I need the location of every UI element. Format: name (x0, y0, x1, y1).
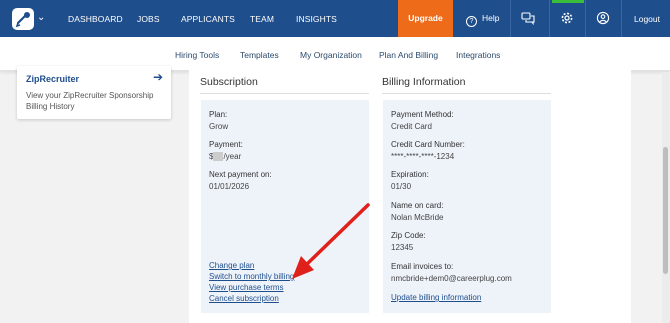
next-payment-value: 01/01/2026 (209, 182, 250, 191)
nav-divider (549, 0, 550, 37)
card-number-label: Credit Card Number: (391, 140, 465, 149)
name-label: Name on card: (391, 201, 444, 210)
email-value: nmcbride+dem0@careerplug.com (391, 274, 512, 283)
nav-jobs[interactable]: JOBS (137, 14, 160, 24)
scrollbar-thumb[interactable] (663, 147, 668, 274)
tab-integrations[interactable]: Integrations (456, 50, 500, 60)
section-divider (200, 93, 369, 94)
redacted-amount (213, 152, 224, 161)
update-billing-link[interactable]: Update billing information (391, 293, 481, 302)
billing-heading: Billing Information (382, 76, 466, 88)
nav-team[interactable]: TEAM (250, 14, 274, 24)
help-label: Help (482, 13, 500, 23)
payment-value: $/year (209, 152, 241, 161)
zip-label: Zip Code: (391, 231, 426, 240)
method-label: Payment Method: (391, 110, 454, 119)
subscription-box: Plan: Grow Payment: $/year Next payment … (201, 100, 369, 313)
nav-divider (621, 0, 622, 37)
active-indicator (552, 0, 584, 3)
change-plan-link[interactable]: Change plan (209, 261, 254, 270)
gear-icon[interactable] (560, 11, 574, 25)
user-icon[interactable] (596, 11, 610, 25)
expiration-label: Expiration: (391, 170, 429, 179)
chevron-down-icon[interactable]: ⌄ (37, 12, 45, 23)
chat-icon[interactable] (521, 11, 535, 25)
ziprecruiter-card[interactable]: ZipRecruiter ➔ View your ZipRecruiter Sp… (17, 66, 171, 119)
top-navigation-bar: ⌄ DASHBOARD JOBS APPLICANTS TEAM INSIGHT… (0, 0, 670, 37)
payment-label: Payment: (209, 140, 243, 149)
card-title: ZipRecruiter (26, 74, 80, 84)
question-icon: ? (466, 16, 477, 27)
nav-dashboard[interactable]: DASHBOARD (68, 14, 123, 24)
nav-insights[interactable]: INSIGHTS (296, 14, 337, 24)
zip-value: 12345 (391, 243, 414, 252)
logo-icon[interactable] (12, 8, 34, 30)
purchase-terms-link[interactable]: View purchase terms (209, 283, 284, 292)
card-description: View your ZipRecruiter Sponsorship Billi… (26, 91, 154, 111)
nav-divider (510, 0, 511, 37)
tab-hiring-tools[interactable]: Hiring Tools (175, 50, 219, 60)
card-number-value: ****-****-****-1234 (391, 152, 455, 161)
cancel-subscription-link[interactable]: Cancel subscription (209, 294, 279, 303)
tab-my-organization[interactable]: My Organization (300, 50, 362, 60)
payment-suffix: /year (223, 152, 242, 161)
switch-monthly-link[interactable]: Switch to monthly billing (209, 272, 294, 281)
method-value: Credit Card (391, 122, 432, 131)
help-button[interactable]: ? Help (466, 13, 499, 27)
nav-divider (585, 0, 586, 37)
plan-label: Plan: (209, 110, 228, 119)
subscription-heading: Subscription (200, 76, 258, 88)
tab-templates[interactable]: Templates (240, 50, 279, 60)
billing-box: Payment Method: Credit Card Credit Card … (383, 100, 551, 313)
plan-billing-panel: Subscription Billing Information Plan: G… (189, 66, 631, 323)
arrow-right-icon[interactable]: ➔ (153, 70, 163, 84)
name-value: Nolan McBride (391, 213, 444, 222)
expiration-value: 01/30 (391, 182, 412, 191)
tab-plan-and-billing[interactable]: Plan And Billing (379, 50, 438, 60)
logout-button[interactable]: Logout (634, 14, 660, 24)
section-divider (382, 93, 551, 94)
plan-value: Grow (209, 122, 229, 131)
upgrade-button[interactable]: Upgrade (398, 0, 453, 37)
next-payment-label: Next payment on: (209, 170, 272, 179)
email-label: Email invoices to: (391, 262, 454, 271)
nav-applicants[interactable]: APPLICANTS (181, 14, 235, 24)
